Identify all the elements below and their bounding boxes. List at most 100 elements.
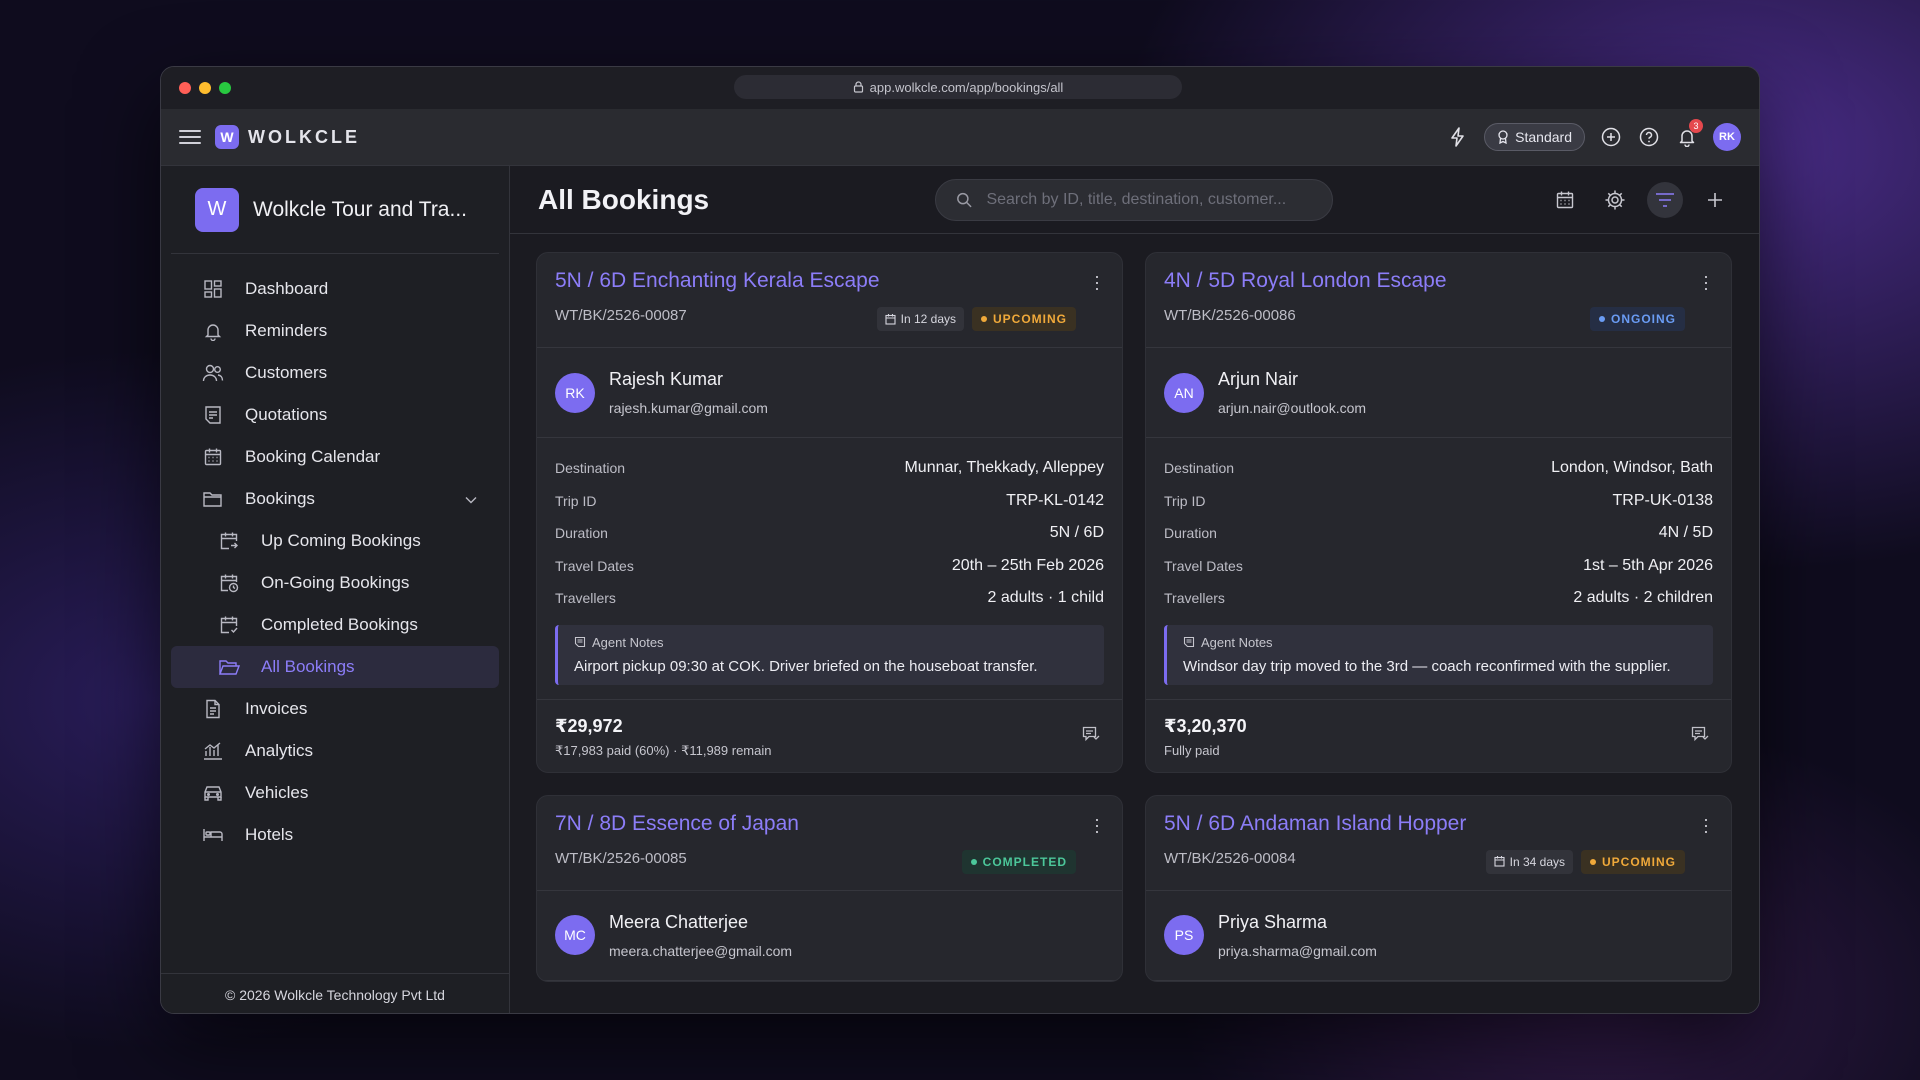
address-bar[interactable]: app.wolkcle.com/app/bookings/all xyxy=(734,75,1182,99)
sidebar-item-quotations[interactable]: Quotations xyxy=(171,394,499,436)
quote-icon xyxy=(201,403,225,427)
chevron-down-icon[interactable] xyxy=(465,489,477,509)
agent-notes-label: Agent Notes xyxy=(1201,634,1273,650)
sidebar: W Wolkcle Tour and Tra... Dashboard Remi… xyxy=(161,166,510,1013)
booking-amount: ₹3,20,370 xyxy=(1164,715,1247,736)
notification-bell-icon[interactable]: 3 xyxy=(1675,119,1703,149)
bed-icon xyxy=(201,823,225,847)
notification-count-badge: 3 xyxy=(1689,119,1703,133)
lightning-icon[interactable] xyxy=(1446,125,1470,149)
booking-title[interactable]: 4N / 5D Royal London Escape xyxy=(1164,269,1713,293)
sidebar-item-vehicles[interactable]: Vehicles xyxy=(171,772,499,814)
travellers-value: 2 adults · 2 children xyxy=(1573,589,1713,607)
browser-titlebar: app.wolkcle.com/app/bookings/all xyxy=(161,67,1759,109)
note-icon xyxy=(574,636,586,648)
lock-icon xyxy=(853,81,863,93)
booking-card[interactable]: 7N / 8D Essence of Japan WT/BK/2526-0008… xyxy=(536,794,1123,982)
booking-card[interactable]: 4N / 5D Royal London Escape WT/BK/2526-0… xyxy=(1145,252,1732,773)
dashboard-icon xyxy=(201,277,225,301)
page-title: All Bookings xyxy=(538,183,710,215)
calendar-icon xyxy=(201,445,225,469)
payment-icon[interactable] xyxy=(1082,726,1100,747)
sidebar-item-label: Bookings xyxy=(245,489,315,508)
days-badge: In 12 days xyxy=(876,307,964,331)
status-label: ONGOING xyxy=(1610,312,1676,326)
plus-icon xyxy=(1708,193,1722,207)
sidebar-item-label: Customers xyxy=(245,363,328,382)
sidebar-item-booking-calendar[interactable]: Booking Calendar xyxy=(171,436,499,478)
help-icon[interactable] xyxy=(1637,125,1661,149)
sidebar-item-all-bookings[interactable]: All Bookings xyxy=(171,646,499,688)
more-options-icon[interactable]: · · · xyxy=(1094,267,1100,297)
booking-title[interactable]: 7N / 8D Essence of Japan xyxy=(555,812,1104,836)
customer-email: arjun.nair@outlook.com xyxy=(1218,400,1367,416)
trip-id-value: TRP-UK-0138 xyxy=(1612,491,1713,509)
customer-email: meera.chatterjee@gmail.com xyxy=(609,942,793,959)
days-label: In 34 days xyxy=(1509,854,1565,869)
hamburger-menu-icon[interactable] xyxy=(179,126,201,148)
settings-button[interactable] xyxy=(1597,182,1633,218)
payment-status: ₹17,983 paid (60%) · ₹11,989 remain xyxy=(555,742,772,758)
award-icon xyxy=(1498,130,1508,144)
plan-label: Standard xyxy=(1515,129,1572,145)
more-options-icon[interactable]: · · · xyxy=(1094,810,1100,840)
customer-email: rajesh.kumar@gmail.com xyxy=(609,400,768,416)
trip-id-value: TRP-KL-0142 xyxy=(1006,491,1104,509)
sidebar-item-hotels[interactable]: Hotels xyxy=(171,814,499,856)
booking-card[interactable]: 5N / 6D Andaman Island Hopper WT/BK/2526… xyxy=(1145,794,1732,982)
invoice-icon xyxy=(201,697,225,721)
add-circle-icon[interactable] xyxy=(1599,125,1623,149)
user-avatar[interactable]: RK xyxy=(1713,123,1741,151)
search-input[interactable] xyxy=(986,191,1312,209)
sidebar-item-label: Quotations xyxy=(245,405,328,424)
app-topbar: W WOLKCLE Standard 3 RK xyxy=(161,109,1759,166)
booking-title[interactable]: 5N / 6D Enchanting Kerala Escape xyxy=(555,269,1104,293)
sidebar-item-label: Hotels xyxy=(245,825,294,844)
booking-card[interactable]: 5N / 6D Enchanting Kerala Escape WT/BK/2… xyxy=(536,252,1123,773)
calendar-view-button[interactable] xyxy=(1547,182,1583,218)
sidebar-item-dashboard[interactable]: Dashboard xyxy=(171,268,499,310)
sidebar-item-invoices[interactable]: Invoices xyxy=(171,688,499,730)
detail-label: Trip ID xyxy=(1164,492,1206,509)
sidebar-item-upcoming-bookings[interactable]: Up Coming Bookings xyxy=(171,520,499,562)
filter-button[interactable] xyxy=(1647,182,1683,218)
sidebar-item-customers[interactable]: Customers xyxy=(171,352,499,394)
add-booking-button[interactable] xyxy=(1697,182,1733,218)
sidebar-item-completed-bookings[interactable]: Completed Bookings xyxy=(171,604,499,646)
sidebar-item-label: Completed Bookings xyxy=(261,615,418,634)
calendar-clock-icon xyxy=(217,571,241,595)
more-options-icon[interactable]: · · · xyxy=(1703,267,1709,297)
calendar-icon xyxy=(1494,856,1505,867)
sidebar-item-bookings[interactable]: Bookings xyxy=(171,478,499,520)
company-switcher[interactable]: W Wolkcle Tour and Tra... xyxy=(171,166,499,254)
sidebar-item-label: Vehicles xyxy=(245,783,309,802)
app-window: app.wolkcle.com/app/bookings/all W WOLKC… xyxy=(160,66,1760,1014)
status-label: UPCOMING xyxy=(1602,854,1676,869)
close-window-button[interactable] xyxy=(179,82,191,94)
sidebar-footer: © 2026 Wolkcle Technology Pvt Ltd xyxy=(161,973,509,1013)
sidebar-item-label: Up Coming Bookings xyxy=(261,531,421,550)
folder-open-icon xyxy=(217,655,241,679)
status-label: UPCOMING xyxy=(993,312,1067,326)
payment-icon[interactable] xyxy=(1691,726,1709,747)
url-text: app.wolkcle.com/app/bookings/all xyxy=(869,79,1064,95)
detail-label: Duration xyxy=(555,525,608,542)
note-icon xyxy=(1183,636,1195,648)
booking-title[interactable]: 5N / 6D Andaman Island Hopper xyxy=(1164,812,1713,836)
bell-icon xyxy=(201,319,225,343)
destination-value: Munnar, Thekkady, Alleppey xyxy=(904,459,1104,477)
avatar: MC xyxy=(555,915,595,955)
travel-dates-value: 1st – 5th Apr 2026 xyxy=(1583,556,1713,574)
sidebar-item-ongoing-bookings[interactable]: On-Going Bookings xyxy=(171,562,499,604)
maximize-window-button[interactable] xyxy=(219,82,231,94)
gear-icon xyxy=(1605,190,1625,210)
minimize-window-button[interactable] xyxy=(199,82,211,94)
sidebar-item-analytics[interactable]: Analytics xyxy=(171,730,499,772)
plan-badge-button[interactable]: Standard xyxy=(1484,123,1585,151)
status-badge: UPCOMING xyxy=(1581,849,1685,874)
sidebar-item-label: Booking Calendar xyxy=(245,447,381,466)
detail-label: Duration xyxy=(1164,525,1217,542)
sidebar-item-reminders[interactable]: Reminders xyxy=(171,310,499,352)
calendar-icon xyxy=(1556,191,1574,209)
more-options-icon[interactable]: · · · xyxy=(1703,810,1709,840)
